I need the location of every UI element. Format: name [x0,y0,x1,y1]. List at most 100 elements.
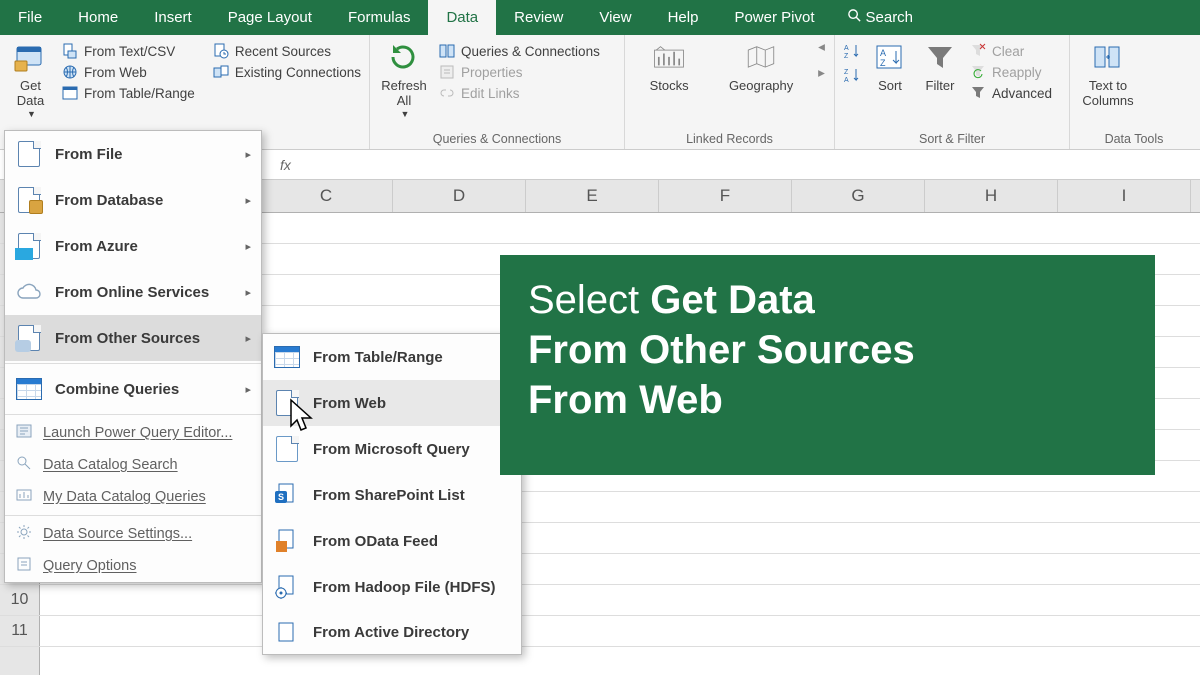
col-header[interactable]: F [659,180,792,212]
menu-from-file[interactable]: From File ▸ [5,131,261,177]
submenu-from-sharepoint-list[interactable]: S From SharePoint List [263,472,521,518]
tab-home[interactable]: Home [60,0,136,35]
submenu-from-hadoop[interactable]: From Hadoop File (HDFS) [263,564,521,610]
tab-page-layout[interactable]: Page Layout [210,0,330,35]
chevron-right-icon: ▸ [245,383,251,396]
group-data-tools: Text to Columns Data Tools [1070,35,1198,149]
sort-button[interactable]: AZ Sort [867,39,913,94]
callout-line2: From Other Sources [528,325,1127,375]
from-table-range-button[interactable]: From Table/Range [59,83,206,103]
filter-button[interactable]: Filter [917,39,963,94]
recent-sources-button[interactable]: Recent Sources [210,41,363,61]
other-sources-icon [15,324,43,352]
file-icon [61,42,79,60]
row-header[interactable]: 11 [0,616,40,646]
submenu-from-ad-label: From Active Directory [313,624,469,641]
tab-help[interactable]: Help [650,0,717,35]
group-label-linked: Linked Records [631,131,828,149]
tab-formulas[interactable]: Formulas [330,0,429,35]
get-data-label: Get Data [17,79,44,109]
sort-desc-button[interactable]: ZA [841,65,863,85]
from-web-button[interactable]: From Web [59,62,206,82]
geography-button[interactable]: Geography [716,39,806,94]
sort-asc-button[interactable]: AZ [841,41,863,61]
menu-from-online-services[interactable]: From Online Services ▸ [5,269,261,315]
recent-icon [212,42,230,60]
odata-icon [273,527,301,555]
menu-combine-queries[interactable]: Combine Queries ▸ [5,366,261,412]
get-data-button[interactable]: Get Data ▼ [6,39,55,119]
menu-query-options-label: Query Options [43,558,137,574]
menu-data-catalog-search[interactable]: Data Catalog Search [5,449,261,481]
submenu-from-web-label: From Web [313,395,386,412]
menu-from-azure[interactable]: From Azure ▸ [5,223,261,269]
col-header[interactable]: E [526,180,659,212]
chevron-right-icon[interactable]: ▸ [818,65,825,81]
group-label-datatools: Data Tools [1076,131,1192,149]
submenu-from-table-range[interactable]: From Table/Range [263,334,521,380]
linked-nav[interactable]: ◂ ▸ [818,39,825,81]
refresh-all-button[interactable]: Refresh All ▼ [376,39,432,119]
tab-data[interactable]: Data [428,0,496,35]
azure-icon [15,232,43,260]
submenu-from-active-directory[interactable]: From Active Directory [263,610,521,654]
menu-query-options[interactable]: Query Options [5,550,261,582]
geography-icon [744,41,778,75]
menu-data-source-settings[interactable]: Data Source Settings... [5,518,261,550]
tab-insert[interactable]: Insert [136,0,210,35]
from-text-csv-button[interactable]: From Text/CSV [59,41,206,61]
stocks-button[interactable]: Stocks [634,39,704,94]
col-header[interactable]: I [1058,180,1191,212]
database-icon [15,186,43,214]
reapply-icon [969,63,987,81]
menu-from-other-sources[interactable]: From Other Sources ▸ [5,315,261,361]
reapply-button: Reapply [967,62,1054,82]
callout-text: Select [528,278,650,322]
queries-connections-button[interactable]: Queries & Connections [436,41,602,61]
submenu-from-sharepoint-label: From SharePoint List [313,487,465,504]
col-header[interactable]: C [260,180,393,212]
group-label-sortfilter: Sort & Filter [841,131,1063,149]
refresh-all-label: Refresh All [381,79,427,109]
group-sort-filter: AZ ZA AZ Sort Filter Clear Reapply Advan… [835,35,1070,149]
refresh-icon [387,41,421,75]
submenu-from-web[interactable]: From Web [263,380,521,426]
settings-icon [15,523,33,545]
chevron-right-icon: ▸ [245,148,251,161]
menu-from-database-label: From Database [55,192,163,209]
col-header[interactable]: G [792,180,925,212]
tab-power-pivot[interactable]: Power Pivot [716,0,832,35]
row-header[interactable] [0,647,40,675]
menu-my-data-catalog-queries[interactable]: My Data Catalog Queries [5,481,261,513]
row-header[interactable]: 10 [0,585,40,615]
tab-file[interactable]: File [0,0,60,35]
ms-query-icon [273,435,301,463]
menu-from-database[interactable]: From Database ▸ [5,177,261,223]
tab-review[interactable]: Review [496,0,581,35]
tab-view[interactable]: View [581,0,649,35]
existing-connections-button[interactable]: Existing Connections [210,62,363,82]
queries-icon [438,42,456,60]
chevron-left-icon[interactable]: ◂ [818,39,825,55]
tell-me-search[interactable]: Search [833,8,928,27]
submenu-from-odata-label: From OData Feed [313,533,438,550]
active-directory-icon [273,618,301,646]
group-linked-records: Stocks Geography ◂ ▸ Linked Records [625,35,835,149]
clear-icon [969,42,987,60]
submenu-from-odata-feed[interactable]: From OData Feed [263,518,521,564]
text-to-columns-button[interactable]: Text to Columns [1076,39,1140,109]
svg-text:A: A [844,45,849,52]
col-header[interactable]: D [393,180,526,212]
recent-sources-label: Recent Sources [235,44,331,59]
from-web-label: From Web [84,65,147,80]
callout-line1: Select Get Data [528,275,1127,325]
col-header[interactable]: H [925,180,1058,212]
clear-filter-button: Clear [967,41,1054,61]
from-other-sources-submenu: From Table/Range From Web From Microsoft… [262,333,522,655]
callout-text-bold: Get Data [650,278,815,322]
advanced-filter-button[interactable]: Advanced [967,83,1054,103]
submenu-from-ms-query[interactable]: From Microsoft Query [263,426,521,472]
stocks-icon [652,41,686,75]
menu-launch-pq-editor[interactable]: Launch Power Query Editor... [5,417,261,449]
from-text-csv-label: From Text/CSV [84,44,175,59]
